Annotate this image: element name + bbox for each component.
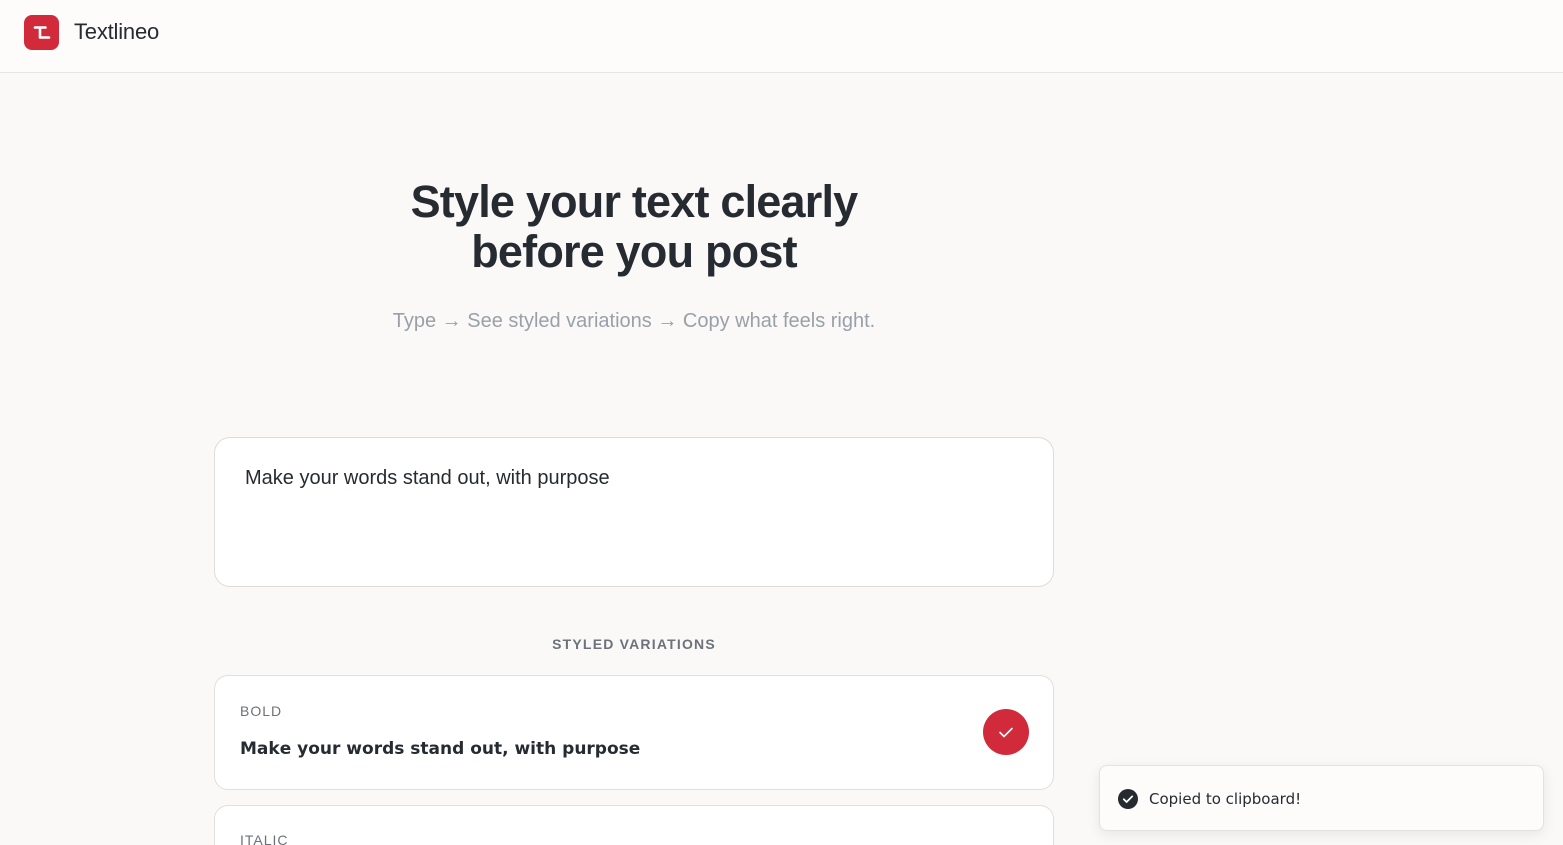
variation-label: BOLD: [240, 703, 283, 719]
check-icon: [999, 727, 1013, 738]
styled-variations-heading: STYLED VARIATIONS: [552, 636, 716, 652]
brand-name[interactable]: Textlineo: [74, 19, 159, 45]
hero-subtitle: Type → See styled variations → Copy what…: [392, 310, 876, 332]
variation-card-bold[interactable]: BOLD 𝗠𝗮𝗸𝗲 𝘆𝗼𝘂𝗿 𝘄𝗼𝗿𝗱𝘀 𝘀𝘁𝗮𝗻𝗱 𝗼𝘂𝘁, 𝘄𝗶𝘁𝗵 𝗽𝘂𝗿…: [214, 675, 1054, 790]
text-input-card[interactable]: [214, 437, 1054, 587]
hero-title-line2: before you post: [471, 226, 797, 277]
check-circle-icon: [1118, 789, 1138, 809]
toast-notification: Copied to clipboard!: [1099, 765, 1544, 831]
copy-button[interactable]: [983, 709, 1029, 755]
hero-title: Style your text clearly before you post: [334, 177, 934, 277]
variation-text: 𝗠𝗮𝗸𝗲 𝘆𝗼𝘂𝗿 𝘄𝗼𝗿𝗱𝘀 𝘀𝘁𝗮𝗻𝗱 𝗼𝘂𝘁, 𝘄𝗶𝘁𝗵 𝗽𝘂𝗿𝗽𝗼𝘀𝗲: [240, 739, 641, 759]
hero-title-line1: Style your text clearly: [410, 176, 859, 227]
textlineo-logo-icon[interactable]: [24, 15, 59, 50]
app-header: Textlineo: [0, 0, 1563, 73]
variation-card-italic[interactable]: ITALIC: [214, 805, 1054, 845]
text-input[interactable]: [245, 467, 1005, 490]
toast-message: Copied to clipboard!: [1149, 790, 1302, 808]
variation-label: ITALIC: [240, 832, 289, 845]
